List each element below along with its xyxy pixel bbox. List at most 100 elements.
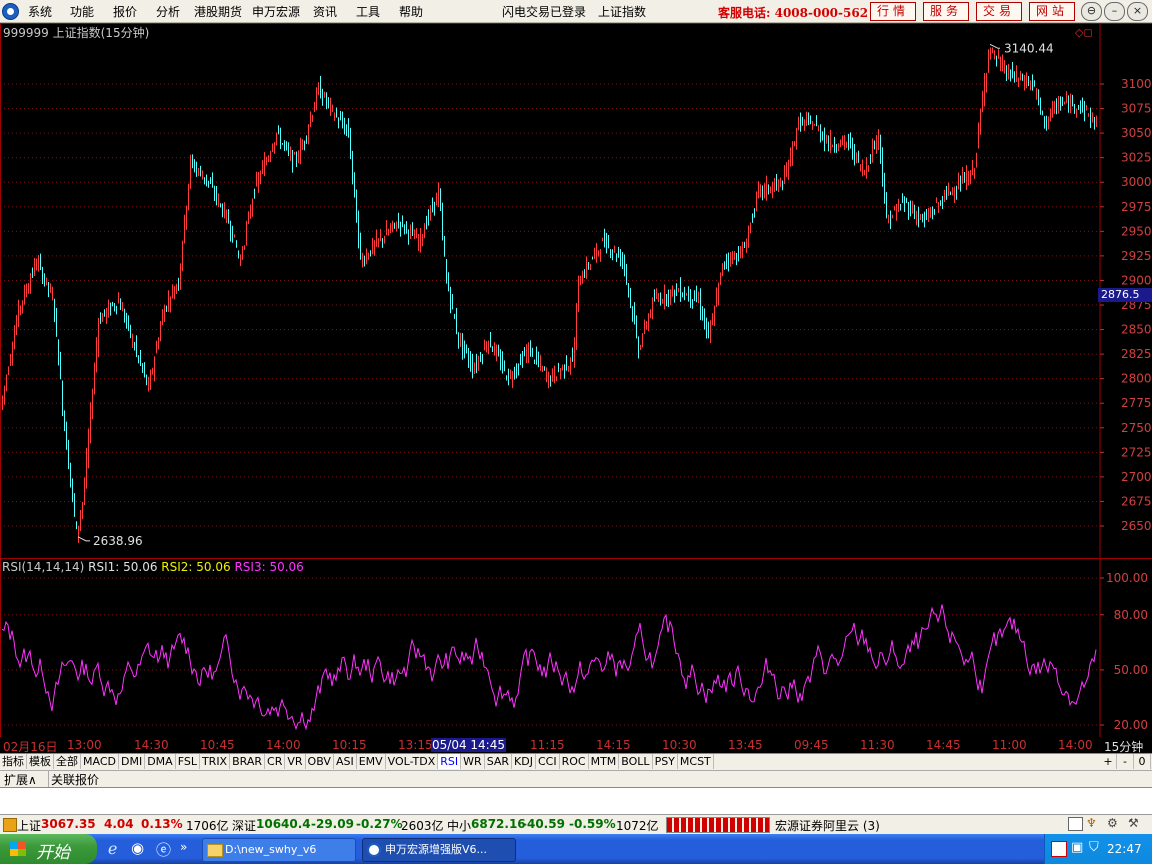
high-label: 3140.44: [1004, 41, 1054, 55]
zx-pct: -0.59%: [569, 817, 616, 831]
minimize-icon[interactable]: –: [1104, 2, 1125, 21]
tab-psy[interactable]: PSY: [653, 754, 678, 769]
add-tab-button[interactable]: +: [1100, 754, 1117, 769]
menu-analysis[interactable]: 分析: [156, 3, 180, 20]
tab-fsl[interactable]: FSL: [176, 754, 200, 769]
menu-quote[interactable]: 报价: [113, 3, 137, 20]
app-logo-icon: [2, 3, 19, 20]
service-button[interactable]: 服务: [923, 2, 969, 21]
expand-button[interactable]: 扩展∧: [4, 771, 37, 788]
network-icon[interactable]: ▣: [1071, 840, 1083, 855]
y-tick-label: 2825: [1121, 347, 1152, 361]
menu-help[interactable]: 帮助: [399, 3, 423, 20]
security-icon[interactable]: ⛉: [1089, 840, 1099, 855]
tab-trix[interactable]: TRIX: [200, 754, 231, 769]
tab-vr[interactable]: VR: [285, 754, 306, 769]
back-icon[interactable]: ⊖: [1081, 2, 1102, 21]
menu-swhy[interactable]: 申万宏源: [252, 3, 300, 20]
show-desktop-icon[interactable]: »: [180, 840, 187, 854]
tab-roc[interactable]: ROC: [560, 754, 589, 769]
y-tick-label: 2675: [1121, 494, 1152, 508]
y-tick-label: 3075: [1121, 102, 1152, 116]
tab-group-0[interactable]: 指标: [0, 754, 27, 769]
remove-tab-button[interactable]: -: [1117, 754, 1134, 769]
time-label: 14:15: [596, 738, 631, 752]
lock-icon: [3, 818, 17, 832]
menu-system[interactable]: 系统: [28, 3, 52, 20]
menu-news[interactable]: 资讯: [313, 3, 337, 20]
sz-change: -29.09: [311, 817, 354, 831]
website-button[interactable]: 网站: [1029, 2, 1075, 21]
settings-icon[interactable]: ⚙: [1107, 816, 1118, 830]
tab-group-1[interactable]: 模板: [27, 754, 54, 769]
folder-icon: [207, 844, 223, 857]
tab-cr[interactable]: CR: [265, 754, 286, 769]
quote-button[interactable]: 行情: [870, 2, 916, 21]
rsi-tick-label: 100.00: [1106, 571, 1148, 585]
task-swhy-app[interactable]: 申万宏源增强版V6...: [362, 838, 516, 862]
tab-vol-tdx[interactable]: VOL-TDX: [386, 754, 439, 769]
time-label: 14:45: [926, 738, 961, 752]
low-marker: [77, 536, 90, 542]
time-label: 10:45: [200, 738, 235, 752]
high-marker: [989, 43, 1000, 49]
tab-emv[interactable]: EMV: [357, 754, 386, 769]
rsi1-value: RSI1: 50.06: [88, 560, 158, 574]
system-tray: ▣ ⛉ 22:47: [1044, 834, 1152, 864]
time-cursor-label: 05/04 14:45: [431, 738, 506, 752]
signal-meter: [666, 817, 770, 833]
close-icon[interactable]: ×: [1127, 2, 1148, 21]
time-label: 11:00: [992, 738, 1027, 752]
trade-button[interactable]: 交易: [976, 2, 1022, 21]
menu-function[interactable]: 功能: [70, 3, 94, 20]
tab-macd[interactable]: MACD: [81, 754, 119, 769]
start-button[interactable]: 开始: [0, 834, 97, 864]
rsi2-value: RSI2: 50.06: [161, 560, 231, 574]
price-chart[interactable]: 3100307530503025300029752950292529002875…: [0, 23, 1152, 558]
tab-cci[interactable]: CCI: [536, 754, 560, 769]
zx-volume: 1072亿: [616, 819, 659, 833]
tab-dmi[interactable]: DMI: [119, 754, 146, 769]
browser-icon[interactable]: ◉: [131, 839, 144, 857]
sz-volume: 2603亿: [401, 819, 444, 833]
ie-quicklaunch-icon[interactable]: ⓔ: [156, 839, 171, 860]
tab-kdj[interactable]: KDJ: [512, 754, 536, 769]
sh-change: 4.04: [104, 817, 134, 831]
time-label: 10:15: [332, 738, 367, 752]
clock[interactable]: 22:47: [1107, 842, 1142, 856]
task-explorer[interactable]: D:\new_swhy_v6: [202, 838, 356, 862]
antenna-icon: ♆: [1086, 816, 1097, 830]
ie-icon[interactable]: ℯ: [108, 839, 117, 858]
tab-rsi[interactable]: RSI: [438, 754, 462, 769]
rsi-tick-label: 80.00: [1114, 608, 1148, 622]
tab-asi[interactable]: ASI: [334, 754, 357, 769]
time-axis: [0, 737, 1152, 753]
chart-toggle-icon[interactable]: ◇◻: [1075, 26, 1093, 39]
sh-label: 上证: [17, 819, 42, 833]
y-tick-label: 2750: [1121, 421, 1152, 435]
tools-icon[interactable]: ⚒: [1128, 816, 1139, 830]
rsi-chart[interactable]: 100.00 80.00 50.00 20.00: [0, 558, 1152, 737]
tab-mcst[interactable]: MCST: [678, 754, 714, 769]
y-tick-label: 2800: [1121, 372, 1152, 386]
zx-value: 6872.16: [471, 817, 526, 831]
reset-tab-button[interactable]: 0: [1134, 754, 1151, 769]
menu-tools[interactable]: 工具: [356, 3, 380, 20]
tab-sar[interactable]: SAR: [485, 754, 513, 769]
tab-obv[interactable]: OBV: [306, 754, 334, 769]
menu-hk-futures[interactable]: 港股期货: [194, 3, 242, 20]
broker-server[interactable]: 宏源证券阿里云 (3): [775, 817, 880, 834]
task-swhy-label: 申万宏源增强版V6...: [385, 843, 488, 856]
tab-wr[interactable]: WR: [461, 754, 485, 769]
login-status: 闪电交易已登录: [502, 5, 587, 19]
tab-group-2[interactable]: 全部: [54, 754, 81, 769]
tab-brar[interactable]: BRAR: [230, 754, 266, 769]
y-tick-label: 2975: [1121, 200, 1152, 214]
related-quote-tab[interactable]: 关联报价: [48, 771, 99, 788]
tab-dma[interactable]: DMA: [145, 754, 176, 769]
tab-mtm[interactable]: MTM: [589, 754, 620, 769]
y-tick-label: 2775: [1121, 396, 1152, 410]
tab-boll[interactable]: BOLL: [619, 754, 653, 769]
red-cross-icon[interactable]: [1051, 841, 1067, 857]
window-icon[interactable]: [1068, 817, 1083, 831]
